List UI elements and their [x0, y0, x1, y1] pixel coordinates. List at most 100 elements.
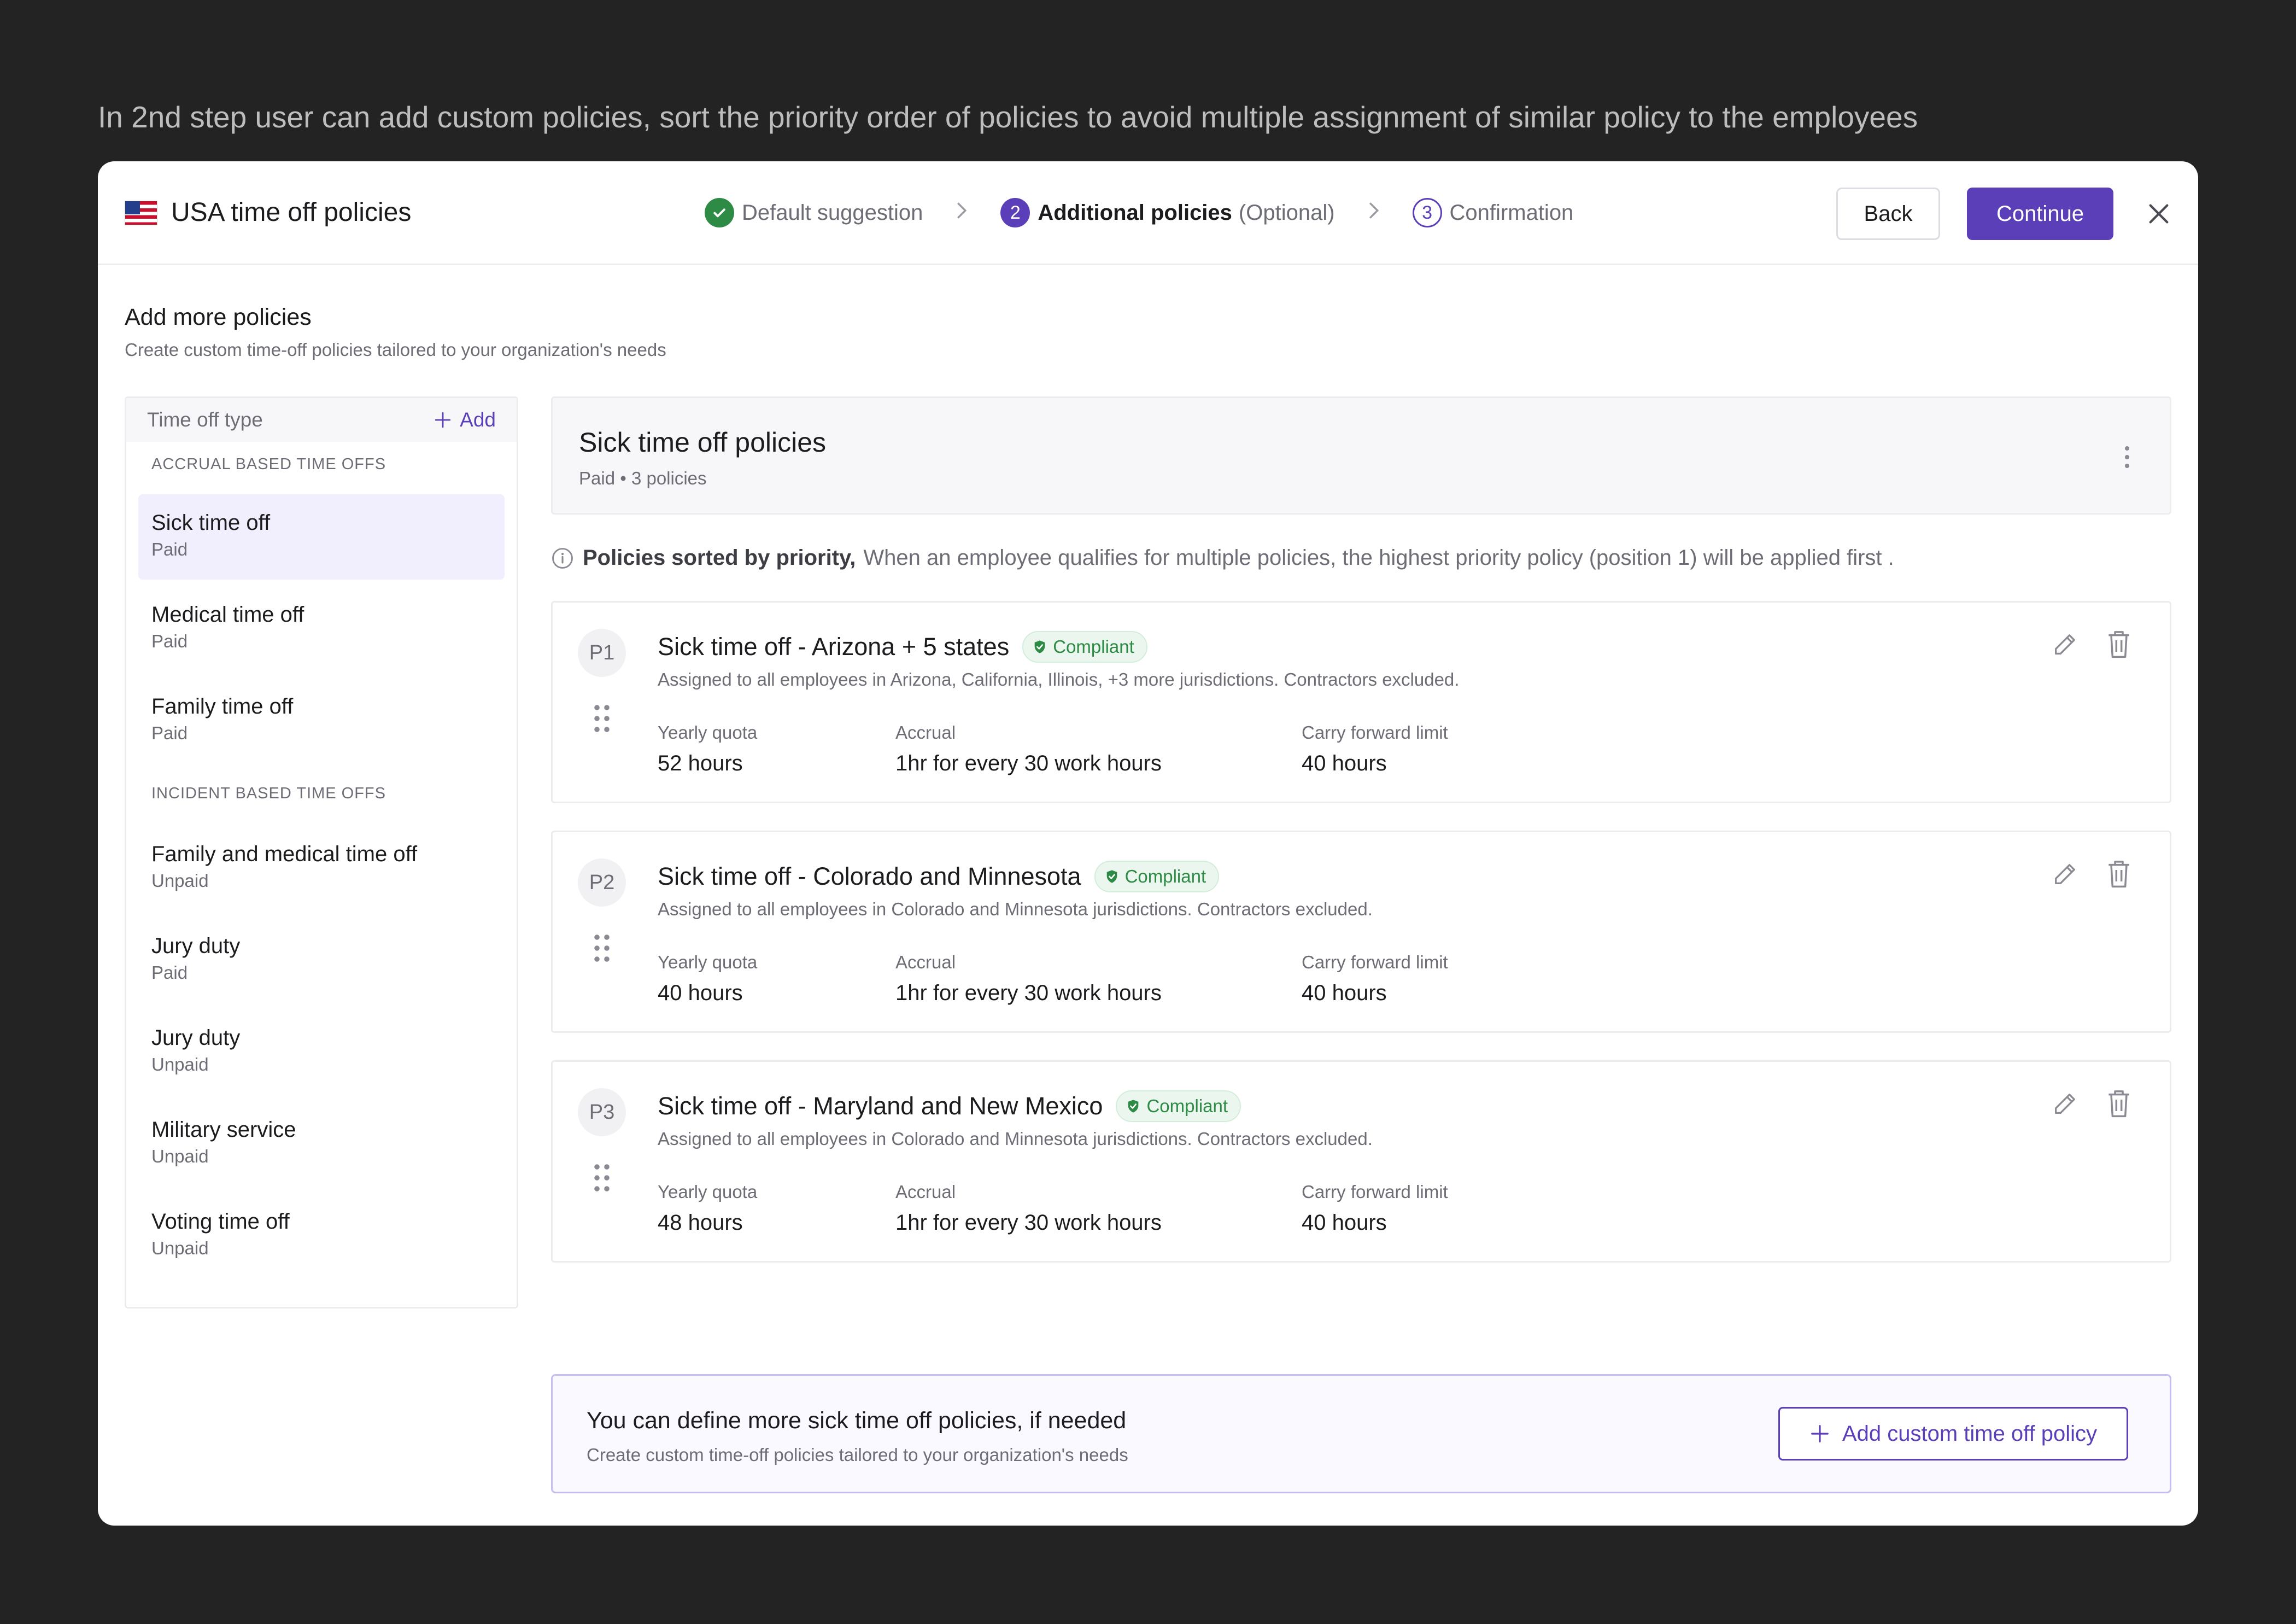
sidebar-item-jury-duty-unpaid[interactable]: Jury duty Unpaid — [138, 1009, 505, 1095]
step-default-suggestion[interactable]: Default suggestion — [705, 198, 923, 227]
yearly-quota: Yearly quota 52 hours — [658, 721, 757, 779]
sidebar-item-medical-time-off[interactable]: Medical time off Paid — [138, 586, 505, 671]
sidebar-item-sub: Paid — [151, 962, 188, 983]
section-subtitle: Create custom time-off policies tailored… — [125, 340, 666, 360]
add-more-policies-callout: You can define more sick time off polici… — [551, 1374, 2171, 1493]
sidebar-item-family-medical-time-off[interactable]: Family and medical time off Unpaid — [138, 826, 505, 911]
carry-forward-limit: Carry forward limit 40 hours — [1302, 1180, 1448, 1238]
stat-label: Accrual — [895, 1182, 956, 1202]
stat-label: Yearly quota — [658, 1182, 758, 1202]
close-icon[interactable] — [2143, 198, 2174, 229]
sidebar-item-sub: Paid — [151, 539, 188, 559]
sidebar-item-sub: Unpaid — [151, 1146, 209, 1166]
shield-check-icon — [1034, 640, 1045, 653]
stat-label: Carry forward limit — [1302, 952, 1448, 972]
add-time-off-type-button[interactable]: Add — [434, 408, 496, 431]
priority-badge: P1 — [578, 629, 626, 677]
carry-forward-limit: Carry forward limit 40 hours — [1302, 950, 1448, 1008]
group-label-incident: INCIDENT BASED TIME OFFS — [151, 785, 386, 802]
yearly-quota: Yearly quota 48 hours — [658, 1180, 757, 1238]
sidebar-item-name: Family time off — [151, 694, 294, 718]
usa-flag-icon — [125, 201, 157, 225]
plus-icon — [1811, 1425, 1829, 1442]
sidebar-item-sub: Unpaid — [151, 871, 209, 891]
add-label: Add — [460, 408, 496, 431]
stat-value: 48 hours — [658, 1211, 743, 1235]
step-label: Default suggestion — [742, 200, 923, 225]
policy-title-row: Sick time off - Colorado and Minnesota C… — [658, 861, 1220, 892]
step-number: 3 — [1412, 198, 1442, 227]
priority-info-text: When an employee qualifies for multiple … — [863, 546, 1894, 570]
stat-value: 40 hours — [1302, 1211, 1387, 1235]
sidebar-header-label: Time off type — [147, 408, 263, 431]
stepper: Default suggestion 2 Additional policies… — [705, 196, 1573, 230]
more-options-icon[interactable] — [2122, 445, 2133, 469]
accrual: Accrual 1hr for every 30 work hours — [895, 1180, 1162, 1238]
back-button[interactable]: Back — [1836, 188, 1940, 240]
modal-title: USA time off policies — [171, 198, 412, 227]
stat-value: 40 hours — [1302, 981, 1387, 1005]
sidebar-item-name: Jury duty — [151, 1026, 241, 1050]
shield-check-icon — [1128, 1100, 1139, 1113]
compliant-badge: Compliant — [1022, 631, 1147, 663]
badge-label: Compliant — [1124, 866, 1206, 886]
stat-label: Carry forward limit — [1302, 1182, 1448, 1202]
policy-title-row: Sick time off - Maryland and New Mexico … — [658, 1090, 1241, 1122]
sidebar-item-sick-time-off[interactable]: Sick time off Paid — [138, 494, 505, 580]
stat-label: Carry forward limit — [1302, 722, 1448, 743]
stat-value: 52 hours — [658, 751, 743, 775]
section-title: Add more policies — [125, 304, 312, 330]
trash-icon[interactable] — [2106, 1088, 2132, 1121]
step-confirmation[interactable]: 3 Confirmation — [1412, 198, 1574, 227]
step-additional-policies[interactable]: 2 Additional policies (Optional) — [1000, 198, 1335, 227]
yearly-quota: Yearly quota 40 hours — [658, 950, 757, 1008]
sidebar-item-military-service[interactable]: Military service Unpaid — [138, 1101, 505, 1187]
trash-icon[interactable] — [2106, 858, 2132, 892]
sidebar-item-name: Voting time off — [151, 1210, 290, 1234]
sidebar-item-family-time-off[interactable]: Family time off Paid — [138, 678, 505, 763]
callout-subtitle: Create custom time-off policies tailored… — [587, 1445, 1128, 1465]
plus-icon — [435, 412, 451, 428]
stat-value: 40 hours — [658, 981, 743, 1005]
stat-value: 1hr for every 30 work hours — [895, 981, 1162, 1005]
policy-card: P1 Sick time off - Arizona + 5 states Co… — [551, 601, 2171, 803]
step-label: Additional policies — [1038, 200, 1232, 225]
step-label: Confirmation — [1449, 200, 1574, 225]
drag-handle-icon[interactable] — [593, 1162, 611, 1196]
sidebar-item-sub: Unpaid — [151, 1054, 209, 1074]
page-caption: In 2nd step user can add custom policies… — [98, 100, 1918, 134]
shield-check-icon — [1106, 870, 1117, 883]
compliant-badge: Compliant — [1116, 1090, 1241, 1122]
sidebar-item-sub: Paid — [151, 723, 188, 743]
modal-header: USA time off policies Default suggestion… — [98, 161, 2198, 265]
button-label: Add custom time off policy — [1842, 1421, 2098, 1446]
priority-info: Policies sorted by priority, When an emp… — [551, 546, 1894, 570]
stat-label: Accrual — [895, 722, 956, 743]
compliant-badge: Compliant — [1094, 861, 1220, 892]
priority-badge: P3 — [578, 1088, 626, 1136]
badge-label: Compliant — [1053, 636, 1134, 657]
callout-title: You can define more sick time off polici… — [587, 1407, 1127, 1434]
sidebar-item-name: Military service — [151, 1118, 296, 1142]
edit-icon[interactable] — [2051, 1089, 2080, 1120]
sidebar-item-name: Family and medical time off — [151, 842, 418, 866]
sidebar-item-jury-duty-paid[interactable]: Jury duty Paid — [138, 918, 505, 1003]
stat-value: 40 hours — [1302, 751, 1387, 775]
policy-title: Sick time off - Colorado and Minnesota — [658, 862, 1081, 890]
policy-title-row: Sick time off - Arizona + 5 states Compl… — [658, 631, 1147, 663]
step-number: 2 — [1000, 198, 1030, 227]
continue-button[interactable]: Continue — [1967, 188, 2113, 240]
edit-icon[interactable] — [2051, 630, 2080, 661]
badge-label: Compliant — [1146, 1096, 1228, 1116]
sidebar-item-name: Jury duty — [151, 934, 241, 958]
policy-description: Assigned to all employees in Colorado an… — [658, 1129, 1373, 1149]
edit-icon[interactable] — [2051, 860, 2080, 891]
add-custom-policy-button[interactable]: Add custom time off policy — [1778, 1407, 2128, 1461]
stat-value: 1hr for every 30 work hours — [895, 751, 1162, 775]
trash-icon[interactable] — [2106, 629, 2132, 662]
drag-handle-icon[interactable] — [593, 933, 611, 966]
drag-handle-icon[interactable] — [593, 703, 611, 737]
sidebar-item-voting-time-off[interactable]: Voting time off Unpaid — [138, 1193, 505, 1278]
accrual: Accrual 1hr for every 30 work hours — [895, 721, 1162, 779]
policy-group-title: Sick time off policies — [579, 427, 827, 458]
